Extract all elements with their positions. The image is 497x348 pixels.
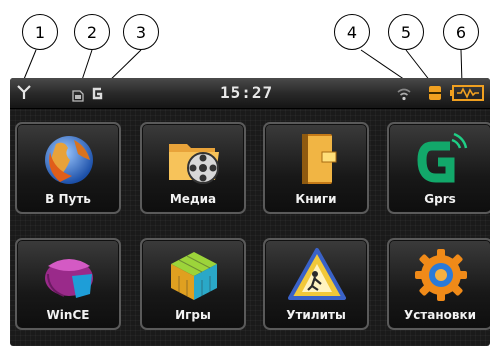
gprs-g-icon bbox=[90, 85, 104, 104]
battery-icon bbox=[450, 85, 484, 105]
wince-icon bbox=[40, 246, 98, 304]
tile-label: WinCE bbox=[46, 308, 90, 322]
globe-navigation-icon bbox=[40, 130, 98, 188]
utilities-warning-icon bbox=[288, 246, 346, 304]
media-folder-icon bbox=[165, 130, 223, 188]
callout-3: 3 bbox=[123, 14, 159, 50]
callout-5: 5 bbox=[388, 14, 424, 50]
tile-label: Книги bbox=[295, 192, 337, 206]
settings-gear-icon bbox=[412, 246, 470, 304]
device-screen: 15:27 В Путь Медиа Книги Gprs WinCE Игры… bbox=[10, 78, 490, 346]
tile-label: Gprs bbox=[424, 192, 456, 206]
tile-label: В Путь bbox=[45, 192, 91, 206]
status-bar: 15:27 bbox=[10, 78, 490, 109]
tile-navigation[interactable]: В Путь bbox=[15, 122, 121, 214]
antenna-icon bbox=[16, 84, 32, 104]
wifi-icon bbox=[396, 86, 412, 105]
tile-games[interactable]: Игры bbox=[140, 238, 246, 330]
tile-label: Утилиты bbox=[286, 308, 346, 322]
tile-label: Установки bbox=[403, 308, 477, 322]
sd-card-icon bbox=[72, 87, 84, 106]
tile-gprs[interactable]: Gprs bbox=[387, 122, 490, 214]
tile-utilities[interactable]: Утилиты bbox=[263, 238, 369, 330]
callout-1: 1 bbox=[22, 14, 58, 50]
tile-settings[interactable]: Установки bbox=[387, 238, 490, 330]
tile-label: Медиа bbox=[169, 192, 217, 206]
cube-games-icon bbox=[165, 246, 223, 304]
gprs-icon bbox=[412, 130, 470, 188]
book-icon bbox=[288, 130, 346, 188]
volume-icon[interactable] bbox=[428, 85, 442, 105]
tile-books[interactable]: Книги bbox=[263, 122, 369, 214]
callout-2: 2 bbox=[74, 14, 110, 50]
callout-6: 6 bbox=[443, 14, 479, 50]
tile-wince[interactable]: WinCE bbox=[15, 238, 121, 330]
tile-media[interactable]: Медиа bbox=[140, 122, 246, 214]
tile-label: Игры bbox=[175, 308, 211, 322]
callout-4: 4 bbox=[334, 14, 370, 50]
clock-time: 15:27 bbox=[220, 83, 274, 102]
